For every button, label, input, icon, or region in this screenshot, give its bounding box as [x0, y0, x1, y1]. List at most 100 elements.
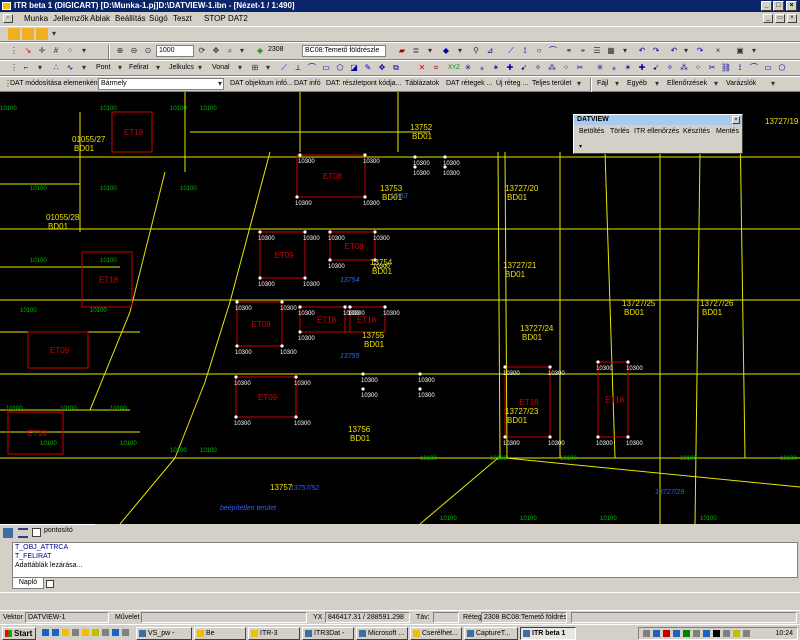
edit-line-icon[interactable]: ⟋	[505, 45, 517, 57]
menu-varazslok[interactable]: Varázslók	[726, 78, 756, 90]
menu-pont[interactable]: Pont	[96, 62, 110, 74]
snap-icon[interactable]: ⌖	[577, 45, 589, 57]
dropdown-arrow-icon[interactable]: ▾	[236, 45, 248, 57]
quicklaunch-app-icon[interactable]	[72, 629, 79, 636]
point-cross-icon[interactable]: ✚	[504, 62, 516, 74]
point-multi-icon[interactable]: ⁂	[546, 62, 558, 74]
point-trim-icon[interactable]: ✂	[574, 62, 586, 74]
menu-sugo[interactable]: Súgó	[149, 14, 168, 23]
tray-util-icon[interactable]	[723, 630, 730, 637]
tab-naplo[interactable]: Napló	[12, 578, 44, 589]
tray-display-icon[interactable]	[673, 630, 680, 637]
dropdown-arrow-icon[interactable]: ▾	[573, 78, 585, 90]
dropdown-arrow-icon[interactable]: ▾	[619, 45, 631, 57]
tray-lang-icon[interactable]	[703, 630, 710, 637]
menu-ablak[interactable]: Ablak	[90, 14, 110, 23]
quicklaunch-tool-icon[interactable]	[102, 629, 109, 636]
task-cserelhet[interactable]: Cserélhet...	[410, 627, 462, 640]
menu-felirat[interactable]: Felirat	[129, 62, 148, 74]
chevron-down-icon[interactable]: ▾	[579, 143, 582, 150]
tray-av-icon[interactable]	[663, 630, 670, 637]
undo-list-icon[interactable]: ↶	[668, 45, 680, 57]
menu-ellenorzesek[interactable]: Ellenőrzések	[667, 78, 707, 90]
draw-move-icon[interactable]: ✥	[376, 62, 388, 74]
mdi-minimize-button[interactable]: _	[763, 14, 773, 23]
quicklaunch-word-icon[interactable]	[112, 629, 119, 636]
tray-misc-icon[interactable]	[743, 630, 750, 637]
menu-dat2[interactable]: DAT2	[228, 14, 248, 23]
mdi-close-button[interactable]: ×	[787, 14, 797, 23]
star-arrow-icon[interactable]: ➹	[650, 62, 662, 74]
minimize-button[interactable]: _	[761, 1, 772, 11]
star-snap-icon[interactable]: ✴	[622, 62, 634, 74]
datview-palette[interactable]: DATVIEW × Betöltés Törlés ITR ellenőrzés…	[573, 114, 743, 154]
redo-icon[interactable]: ↷	[650, 45, 662, 57]
maximize-button[interactable]: □	[773, 1, 784, 11]
quicklaunch-misc-icon[interactable]	[122, 629, 129, 636]
close-doc-icon[interactable]: ×	[712, 45, 724, 57]
map-canvas[interactable]: 10100 10100 10100 10100 10100 10100 10100 10100…	[0, 92, 800, 524]
draw-curve-icon[interactable]: ⌒	[306, 62, 318, 74]
dropdown-arrow-icon[interactable]: ▾	[748, 45, 760, 57]
dropdown-arrow-icon[interactable]: ▾	[78, 45, 90, 57]
dat-object-info-button[interactable]: DAT objektum infó...	[230, 78, 293, 90]
search-icon[interactable]: ⚲	[470, 45, 482, 57]
task-be[interactable]: Be	[194, 627, 246, 640]
dropdown-arrow-icon[interactable]: ▾	[767, 78, 779, 90]
point-grid-icon[interactable]: ⁘	[560, 62, 572, 74]
dropdown-arrow-icon[interactable]: ▾	[651, 78, 663, 90]
star-trim-icon[interactable]: ✂	[706, 62, 718, 74]
pan-icon[interactable]: ✥	[210, 45, 222, 57]
point-arrow-icon[interactable]: ➹	[518, 62, 530, 74]
star-rect-icon[interactable]: ▭	[762, 62, 774, 74]
task-itr-beta[interactable]: ITR beta 1	[520, 627, 576, 640]
print-icon[interactable]	[36, 28, 48, 40]
dropdown-arrow-icon[interactable]: ▾	[680, 45, 692, 57]
task-itr3[interactable]: ITR-3	[248, 627, 300, 640]
dotgrid-icon[interactable]: ⁘	[64, 45, 76, 57]
zoom-input[interactable]: 1000	[156, 45, 194, 57]
dropdown-arrow-icon[interactable]: ▾	[262, 62, 274, 74]
grid-icon[interactable]: #	[50, 45, 62, 57]
start-button[interactable]: Start	[2, 627, 36, 640]
draw-poly-icon[interactable]: ⬠	[334, 62, 346, 74]
select-icon[interactable]: ◆	[440, 45, 452, 57]
tool-icon[interactable]: ⌐	[20, 62, 32, 74]
quicklaunch-ie-icon[interactable]	[42, 629, 49, 636]
polyline-icon[interactable]: ∿	[64, 62, 76, 74]
datview-save-button[interactable]: Mentés	[716, 128, 739, 135]
datview-delete-button[interactable]: Törlés	[610, 128, 629, 135]
star-multi-icon[interactable]: ⁂	[678, 62, 690, 74]
layer-select[interactable]: BC08:Temető földrészle	[302, 45, 386, 57]
tables-button[interactable]: Táblázatok	[405, 78, 439, 90]
tray-extra-icon[interactable]	[733, 630, 740, 637]
star-cross-icon[interactable]: ✚	[636, 62, 648, 74]
zoom-in-icon[interactable]: ⊕	[114, 45, 126, 57]
tray-app-icon[interactable]	[683, 630, 690, 637]
menu-munka[interactable]: Munka	[24, 14, 48, 23]
task-vs-pw[interactable]: VS_pw -	[136, 627, 192, 640]
layers-icon[interactable]: ≣	[410, 45, 422, 57]
pontosito-checkbox[interactable]	[32, 528, 41, 537]
draw-copy-icon[interactable]: ⧉	[390, 62, 402, 74]
menu-vonal[interactable]: Vonal	[212, 62, 230, 74]
quicklaunch-outlook-icon[interactable]	[52, 629, 59, 636]
save-doc-icon[interactable]	[22, 28, 34, 40]
quicklaunch-desktop-icon[interactable]	[62, 629, 69, 636]
menu-jelkulcs[interactable]: Jelkulcs	[169, 62, 194, 74]
star-node-icon[interactable]: ⟟	[734, 62, 746, 74]
datview-close-button[interactable]: ×	[732, 116, 740, 124]
circle-icon[interactable]: ○	[533, 45, 545, 57]
task-itr3dat[interactable]: ITR3Dat -	[302, 627, 354, 640]
full-area-button[interactable]: Teljes terület	[532, 78, 571, 90]
dropdown-arrow-icon[interactable]: ▾	[710, 78, 722, 90]
zoom-window-icon[interactable]: ⊙	[142, 45, 154, 57]
datview-load-button[interactable]: Betöltés	[579, 128, 604, 135]
list-icon[interactable]	[18, 528, 28, 538]
monitor-icon[interactable]	[3, 528, 13, 538]
point-line-icon[interactable]: ⁎	[476, 62, 488, 74]
datview-itr-check-button[interactable]: ITR ellenőrzés	[634, 128, 679, 135]
book-icon[interactable]: ▰	[396, 45, 408, 57]
dropdown-arrow-icon[interactable]: ▾	[152, 62, 164, 74]
binocular-icon[interactable]: ⚭	[563, 45, 575, 57]
